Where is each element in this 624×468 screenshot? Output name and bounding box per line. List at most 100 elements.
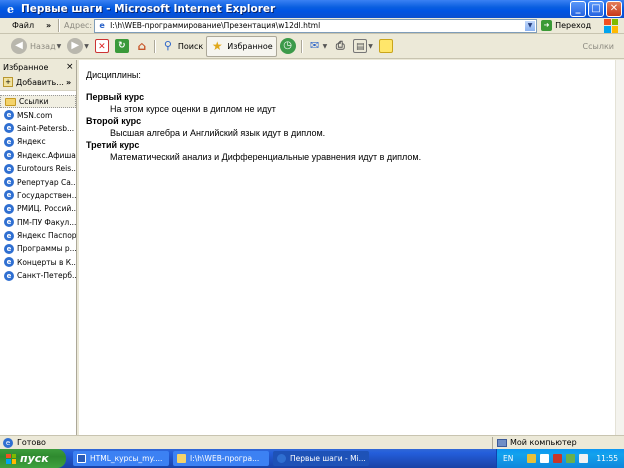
- taskbar-item-folder[interactable]: I:\h\WEB-програ...: [173, 451, 269, 466]
- vertical-scrollbar[interactable]: [615, 60, 624, 435]
- refresh-button[interactable]: ↻: [112, 36, 132, 57]
- favorites-item-label: Репертуар Са...: [17, 177, 76, 187]
- page-icon: e: [4, 230, 14, 241]
- volume-icon[interactable]: [579, 454, 589, 463]
- favorites-item-label: MSN.com: [17, 110, 53, 120]
- search-button[interactable]: ⚲ Поиск: [158, 36, 206, 57]
- address-dropdown-icon[interactable]: ▼: [524, 19, 537, 32]
- back-button[interactable]: ◀ Назад ▼: [8, 36, 64, 57]
- forward-arrow-icon: ▶: [67, 38, 84, 54]
- taskbar-item-word[interactable]: HTML_курсы_my....: [73, 451, 169, 466]
- favorites-item[interactable]: Ссылки: [0, 95, 76, 109]
- search-icon: ⚲: [163, 39, 172, 52]
- go-arrow-icon: ➜: [541, 20, 553, 31]
- edit-button[interactable]: ▤ ▼: [350, 36, 376, 57]
- toolbar: ◀ Назад ▼ ▶ ▼ ✕ ↻ ⌂ ⚲ Поиск ★ Избранное …: [0, 34, 624, 59]
- favorites-item-label: Eurotours Reis...: [17, 164, 76, 174]
- tray-app-icon[interactable]: [527, 454, 537, 463]
- favorites-item[interactable]: e Saint-Petersb...: [0, 122, 76, 135]
- stop-button[interactable]: ✕: [92, 36, 112, 57]
- add-favorite-button[interactable]: + Добавить... »: [0, 74, 76, 91]
- favorites-item[interactable]: e MSN.com: [0, 108, 76, 121]
- overflow-chevron[interactable]: »: [66, 78, 76, 87]
- start-button[interactable]: пуск: [0, 449, 66, 468]
- address-value[interactable]: I:\h\WEB-программирование\Презентация\w1…: [110, 21, 320, 30]
- edit-icon: ▤: [353, 39, 368, 53]
- system-tray: EN 11:55: [496, 449, 624, 468]
- minimize-button[interactable]: _: [570, 1, 586, 17]
- word-icon: [77, 454, 86, 463]
- back-arrow-icon: ◀: [11, 38, 27, 54]
- search-label: Поиск: [177, 41, 204, 51]
- status-text: Готово: [17, 438, 46, 447]
- status-bar: e Готово Мой компьютер: [0, 435, 624, 449]
- ie-logo-icon: e: [7, 2, 14, 16]
- links-label[interactable]: Ссылки: [583, 42, 614, 51]
- favorites-item-label: ПМ-ПУ Факул...: [17, 217, 76, 227]
- clock[interactable]: 11:55: [596, 454, 618, 463]
- taskbar-item-browser[interactable]: Первые шаги - Mi...: [273, 451, 369, 466]
- stop-icon: ✕: [94, 39, 109, 53]
- favorites-item[interactable]: e Концерты в К...: [0, 256, 76, 269]
- maximize-button[interactable]: □: [588, 1, 604, 17]
- mail-dropdown-icon[interactable]: ▼: [323, 43, 328, 50]
- go-label: Переход: [555, 21, 592, 30]
- language-indicator[interactable]: EN: [503, 454, 513, 463]
- close-button[interactable]: ✕: [606, 1, 622, 17]
- messenger-button[interactable]: [376, 36, 396, 57]
- favorites-item[interactable]: e Яндекс.Афиша: [0, 149, 76, 162]
- back-dropdown-icon[interactable]: ▼: [57, 43, 62, 50]
- history-button[interactable]: ◷: [277, 36, 299, 57]
- edit-dropdown-icon[interactable]: ▼: [368, 43, 373, 50]
- favorites-header: Избранное ×: [0, 60, 76, 74]
- address-input[interactable]: e I:\h\WEB-программирование\Презентация\…: [94, 18, 538, 33]
- antivirus-icon[interactable]: [553, 454, 563, 463]
- page-icon: e: [99, 20, 105, 30]
- course-block: Первый курс На этом курсе оценки в дипло…: [86, 92, 615, 115]
- print-button[interactable]: ⎙: [330, 36, 350, 57]
- windows-flag-icon: [604, 18, 618, 33]
- course-description: Высшая алгебра и Английский язык идут в …: [110, 128, 326, 138]
- favorites-item[interactable]: e Репертуар Са...: [0, 175, 76, 188]
- page-icon: e: [4, 243, 14, 254]
- favorites-item-label: Концерты в К...: [17, 257, 76, 267]
- add-favorite-label: Добавить...: [16, 77, 64, 87]
- favorites-item[interactable]: e Программы р...: [0, 242, 76, 255]
- favorites-list: Ссылки e MSN.com e Saint-Petersb... e Яндекс e Я…: [0, 91, 76, 282]
- favorites-item[interactable]: e Яндекс: [0, 135, 76, 148]
- forward-dropdown-icon[interactable]: ▼: [84, 43, 89, 50]
- favorites-item-label: Ссылки: [19, 97, 49, 107]
- ie-icon: [277, 454, 286, 463]
- favorites-item[interactable]: e Санкт-Петерб...: [0, 269, 76, 282]
- favorites-item[interactable]: e Государствен...: [0, 189, 76, 202]
- favorites-panel: Избранное × + Добавить... » Ссылки e MSN.c…: [0, 60, 77, 435]
- favorites-item[interactable]: e Eurotours Reis...: [0, 162, 76, 175]
- favorites-button[interactable]: ★ Избранное: [206, 35, 277, 57]
- course-description: На этом курсе оценки в диплом не идут: [110, 104, 276, 114]
- taskbar: пуск HTML_курсы_my.... I:\h\WEB-програ..…: [0, 449, 624, 468]
- favorites-item[interactable]: e Яндекс Паспорт: [0, 229, 76, 242]
- network-icon[interactable]: [540, 454, 550, 463]
- course-description: Математический анализ и Дифференциальные…: [110, 152, 422, 162]
- menu-overflow-chevron[interactable]: »: [46, 21, 56, 30]
- page-icon: e: [4, 150, 14, 161]
- page-status-icon: e: [3, 437, 13, 448]
- task-label: HTML_курсы_my....: [90, 454, 163, 463]
- favorites-item-label: Санкт-Петерб...: [17, 271, 76, 281]
- divider: [58, 19, 60, 32]
- home-button[interactable]: ⌂: [132, 36, 152, 57]
- close-icon[interactable]: ×: [66, 62, 76, 72]
- favorites-item-label: Яндекс Паспорт: [17, 231, 76, 241]
- favorites-item[interactable]: e РМИЦ. Россий...: [0, 202, 76, 215]
- menu-file[interactable]: Файл: [0, 21, 46, 30]
- favorites-item[interactable]: e ПМ-ПУ Факул...: [0, 216, 76, 229]
- go-button[interactable]: ➜ Переход: [541, 20, 591, 31]
- course-title: Третий курс: [86, 140, 140, 150]
- computer-icon: [497, 438, 507, 447]
- mail-button[interactable]: ✉ ▼: [305, 36, 331, 57]
- zone-label: Мой компьютер: [510, 438, 577, 447]
- tray-app-icon[interactable]: [566, 454, 576, 463]
- course-title: Второй курс: [86, 116, 142, 126]
- forward-button[interactable]: ▶ ▼: [64, 36, 92, 57]
- title-bar[interactable]: e Первые шаги - Microsoft Internet Explo…: [0, 0, 624, 18]
